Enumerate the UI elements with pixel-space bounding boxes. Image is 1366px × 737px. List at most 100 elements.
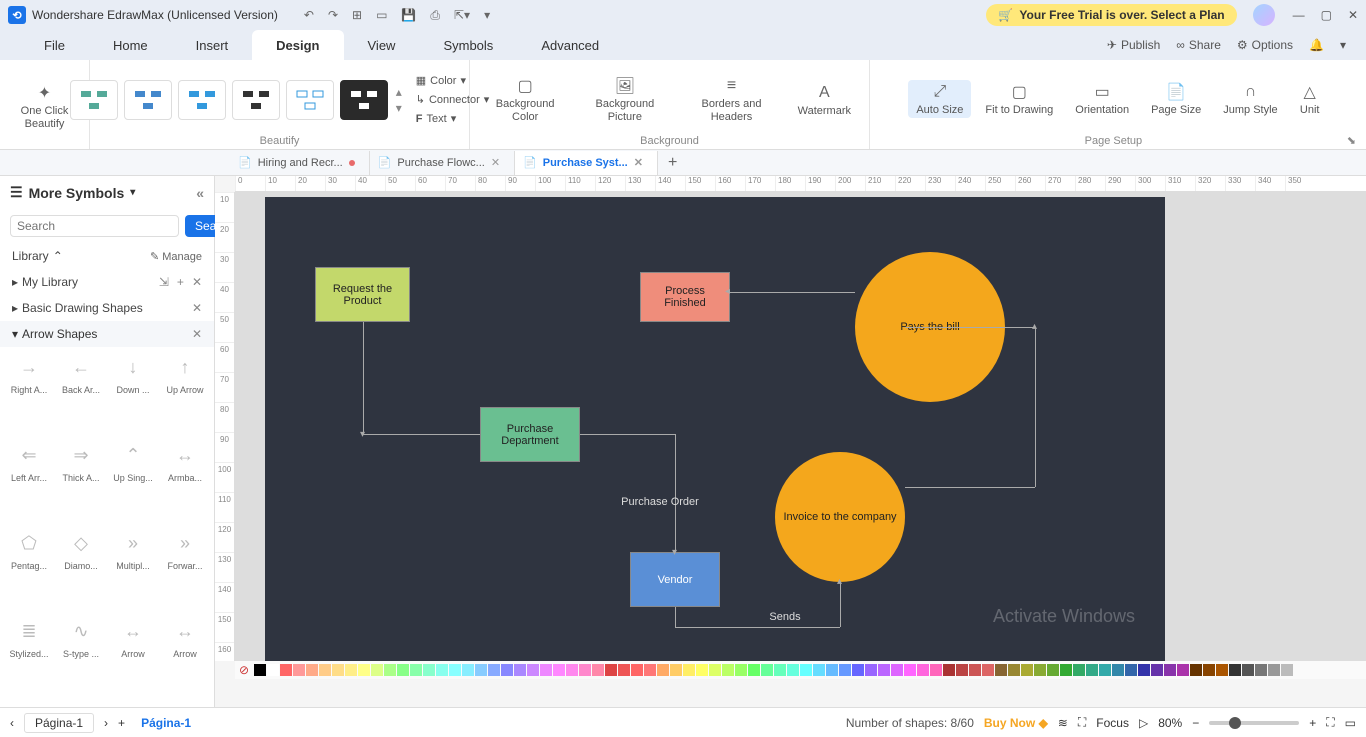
color-swatch[interactable] [1112, 664, 1124, 676]
color-swatch[interactable] [1086, 664, 1098, 676]
shape-item[interactable]: ⌃Up Sing... [108, 441, 158, 525]
color-swatch[interactable] [527, 664, 539, 676]
my-library-row[interactable]: ▸ My Library ⇲ + ✕ [0, 269, 214, 295]
color-swatch[interactable] [1164, 664, 1176, 676]
add-page-icon[interactable]: + [118, 716, 125, 730]
color-swatch[interactable] [1203, 664, 1215, 676]
qat-more-icon[interactable]: ▾ [484, 8, 490, 23]
color-swatch[interactable] [865, 664, 877, 676]
menu-file[interactable]: File [20, 30, 89, 60]
color-swatch[interactable] [969, 664, 981, 676]
color-swatch[interactable] [1060, 664, 1072, 676]
color-swatch[interactable] [826, 664, 838, 676]
zoom-in-icon[interactable]: + [1309, 716, 1316, 730]
fit-drawing-button[interactable]: ▢Fit to Drawing [977, 80, 1061, 118]
new-icon[interactable]: ⊞ [352, 8, 362, 23]
color-swatch[interactable] [319, 664, 331, 676]
color-swatch[interactable] [1177, 664, 1189, 676]
export-icon[interactable]: ⇱▾ [454, 8, 470, 23]
fit-page-icon[interactable]: ⛶ [1326, 715, 1334, 730]
color-swatch[interactable] [956, 664, 968, 676]
theme-thumb-2[interactable] [124, 80, 172, 120]
color-swatch[interactable] [631, 664, 643, 676]
shape-item[interactable]: ⇒Thick A... [56, 441, 106, 525]
theme-thumb-1[interactable] [70, 80, 118, 120]
minimize-icon[interactable]: — [1293, 8, 1305, 22]
fullscreen-icon[interactable]: ⛶ [1078, 715, 1086, 730]
menu-view[interactable]: View [344, 30, 420, 60]
color-swatch[interactable] [566, 664, 578, 676]
jump-style-button[interactable]: ∩Jump Style [1215, 80, 1285, 118]
shape-item[interactable]: ∿S-type ... [56, 617, 106, 701]
color-swatch[interactable] [852, 664, 864, 676]
color-swatch[interactable] [1047, 664, 1059, 676]
color-swatch[interactable] [592, 664, 604, 676]
color-swatch[interactable] [1281, 664, 1293, 676]
shape-item[interactable]: ↑Up Arrow [160, 353, 210, 437]
color-swatch[interactable] [1190, 664, 1202, 676]
color-swatch[interactable] [449, 664, 461, 676]
collapse-panel-icon[interactable]: « [196, 185, 204, 201]
maximize-icon[interactable]: ▢ [1321, 8, 1332, 22]
save-icon[interactable]: 💾 [401, 8, 416, 23]
bg-picture-button[interactable]: 🖼Background Picture [576, 74, 673, 124]
doc-tab-hiring[interactable]: 📄 Hiring and Recr... [230, 151, 370, 175]
theme-scroll-up-icon[interactable]: ▴ [396, 85, 402, 99]
color-swatch[interactable] [332, 664, 344, 676]
color-swatch[interactable] [1242, 664, 1254, 676]
shape-item[interactable]: »Forwar... [160, 529, 210, 613]
node-request[interactable]: Request the Product [315, 267, 410, 322]
color-swatch[interactable] [748, 664, 760, 676]
color-swatch[interactable] [943, 664, 955, 676]
color-swatch[interactable] [1151, 664, 1163, 676]
color-swatch[interactable] [475, 664, 487, 676]
color-swatch[interactable] [384, 664, 396, 676]
shape-item[interactable]: ↔Armba... [160, 441, 210, 525]
publish-button[interactable]: ✈ Publish [1107, 38, 1160, 52]
fit-width-icon[interactable]: ▭ [1345, 716, 1356, 730]
color-swatch[interactable] [813, 664, 825, 676]
undo-icon[interactable]: ↶ [304, 8, 314, 23]
color-swatch[interactable] [618, 664, 630, 676]
color-swatch[interactable] [683, 664, 695, 676]
theme-thumb-4[interactable] [232, 80, 280, 120]
color-swatch[interactable] [644, 664, 656, 676]
color-swatch[interactable] [1138, 664, 1150, 676]
color-swatch[interactable] [540, 664, 552, 676]
presentation-icon[interactable]: ▷ [1139, 716, 1148, 730]
auto-size-button[interactable]: ⤢Auto Size [908, 80, 971, 118]
buy-now-button[interactable]: Buy Now ◆ [984, 716, 1048, 730]
add-tab-button[interactable]: + [658, 154, 687, 172]
bg-color-button[interactable]: ▢Background Color [480, 74, 570, 124]
color-swatch[interactable] [1021, 664, 1033, 676]
share-button[interactable]: ∞ Share [1176, 38, 1221, 52]
hamburger-icon[interactable]: ☰ [10, 184, 23, 201]
menu-advanced[interactable]: Advanced [517, 30, 623, 60]
color-swatch[interactable] [761, 664, 773, 676]
color-swatch[interactable] [436, 664, 448, 676]
color-swatch[interactable] [358, 664, 370, 676]
color-swatch[interactable] [423, 664, 435, 676]
unit-button[interactable]: △Unit [1292, 80, 1328, 118]
color-swatch[interactable] [787, 664, 799, 676]
user-avatar[interactable] [1253, 4, 1275, 26]
menu-symbols[interactable]: Symbols [419, 30, 517, 60]
color-swatch[interactable] [657, 664, 669, 676]
color-swatch[interactable] [1268, 664, 1280, 676]
color-swatch[interactable] [800, 664, 812, 676]
watermark-button[interactable]: AWatermark [790, 81, 859, 119]
color-swatch[interactable] [891, 664, 903, 676]
notifications-icon[interactable]: 🔔 [1309, 38, 1324, 52]
color-swatch[interactable] [371, 664, 383, 676]
menu-more-icon[interactable]: ▾ [1340, 38, 1346, 52]
theme-thumb-6[interactable] [340, 80, 388, 120]
basic-remove-icon[interactable]: ✕ [192, 301, 202, 315]
manage-library-button[interactable]: ✎ Manage [150, 250, 202, 263]
page-selector[interactable]: Página-1 [24, 713, 94, 733]
shape-item[interactable]: ≣Stylized... [4, 617, 54, 701]
options-button[interactable]: ⚙ Options [1237, 38, 1293, 52]
color-swatch[interactable] [1008, 664, 1020, 676]
color-swatch[interactable] [306, 664, 318, 676]
menu-insert[interactable]: Insert [172, 30, 253, 60]
shape-item[interactable]: →Right A... [4, 353, 54, 437]
